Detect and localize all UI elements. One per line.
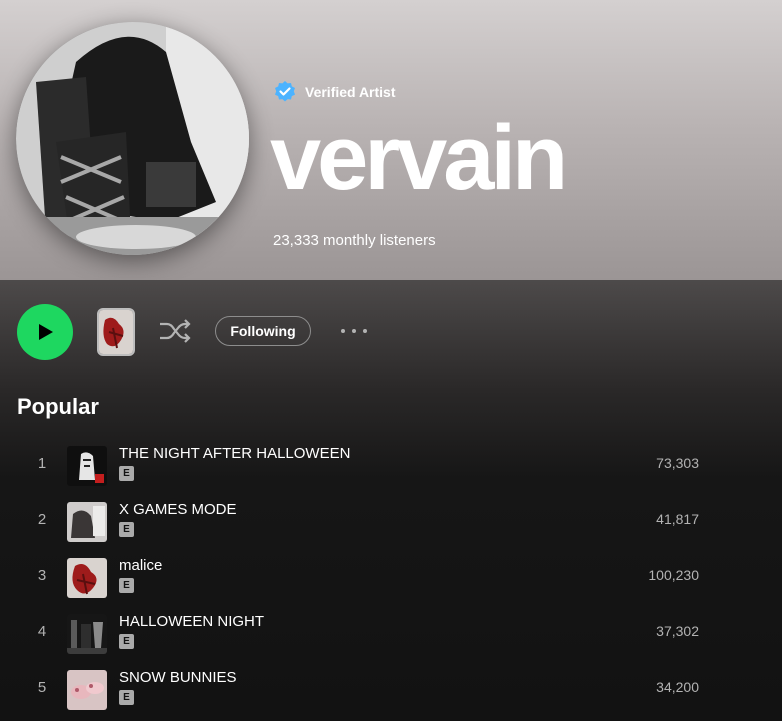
following-button[interactable]: Following xyxy=(215,316,311,346)
track-number: 4 xyxy=(37,623,47,640)
artist-content: Following Popular 1 THE NIGHT AFTER HALL… xyxy=(0,280,782,721)
track-row[interactable]: 5 SNOW BUNNIES E 34,200 xyxy=(24,666,724,714)
explicit-badge: E xyxy=(119,466,134,481)
explicit-badge: E xyxy=(119,634,134,649)
track-title[interactable]: HALLOWEEN NIGHT xyxy=(119,613,264,630)
album-art xyxy=(67,614,107,654)
explicit-badge: E xyxy=(119,690,134,705)
explicit-badge: E xyxy=(119,522,134,537)
track-row[interactable]: 1 THE NIGHT AFTER HALLOWEEN E 73,303 xyxy=(24,442,724,490)
track-row[interactable]: 3 malice E 100,230 xyxy=(24,554,724,602)
track-plays: 41,817 xyxy=(656,511,699,527)
album-art xyxy=(67,558,107,598)
track-plays: 37,302 xyxy=(656,623,699,639)
explicit-badge: E xyxy=(119,578,134,593)
now-playing-thumbnail[interactable] xyxy=(97,308,135,356)
track-plays: 34,200 xyxy=(656,679,699,695)
popular-heading: Popular xyxy=(17,394,99,419)
more-options-icon[interactable] xyxy=(340,326,368,336)
artist-header: Verified Artist vervain 23,333 monthly l… xyxy=(0,0,782,280)
album-art xyxy=(99,310,133,354)
play-icon xyxy=(39,324,53,340)
track-cover xyxy=(67,558,107,598)
track-cover xyxy=(67,446,107,486)
verified-icon xyxy=(275,81,295,102)
album-art xyxy=(67,446,107,486)
artist-name: vervain xyxy=(270,107,568,209)
track-cover xyxy=(67,502,107,542)
artist-avatar xyxy=(16,22,249,255)
monthly-listeners: 23,333 monthly listeners xyxy=(273,232,436,249)
track-cover xyxy=(67,614,107,654)
track-title[interactable]: X GAMES MODE xyxy=(119,501,237,518)
track-title[interactable]: malice xyxy=(119,557,162,574)
track-number: 1 xyxy=(37,455,47,472)
track-title[interactable]: SNOW BUNNIES xyxy=(119,669,237,686)
track-number: 2 xyxy=(37,511,47,528)
verified-badge: Verified Artist xyxy=(273,80,396,104)
shuffle-icon[interactable] xyxy=(158,317,192,345)
avatar-photo xyxy=(16,22,249,255)
track-row[interactable]: 4 HALLOWEEN NIGHT E 37,302 xyxy=(24,610,724,658)
play-button[interactable] xyxy=(17,304,73,360)
track-plays: 100,230 xyxy=(648,567,699,583)
album-art xyxy=(67,670,107,710)
track-title[interactable]: THE NIGHT AFTER HALLOWEEN xyxy=(119,445,350,462)
track-row[interactable]: 2 X GAMES MODE E 41,817 xyxy=(24,498,724,546)
track-plays: 73,303 xyxy=(656,455,699,471)
track-number: 3 xyxy=(37,567,47,584)
album-art xyxy=(67,502,107,542)
track-number: 5 xyxy=(37,679,47,696)
verified-label: Verified Artist xyxy=(305,84,396,100)
track-cover xyxy=(67,670,107,710)
